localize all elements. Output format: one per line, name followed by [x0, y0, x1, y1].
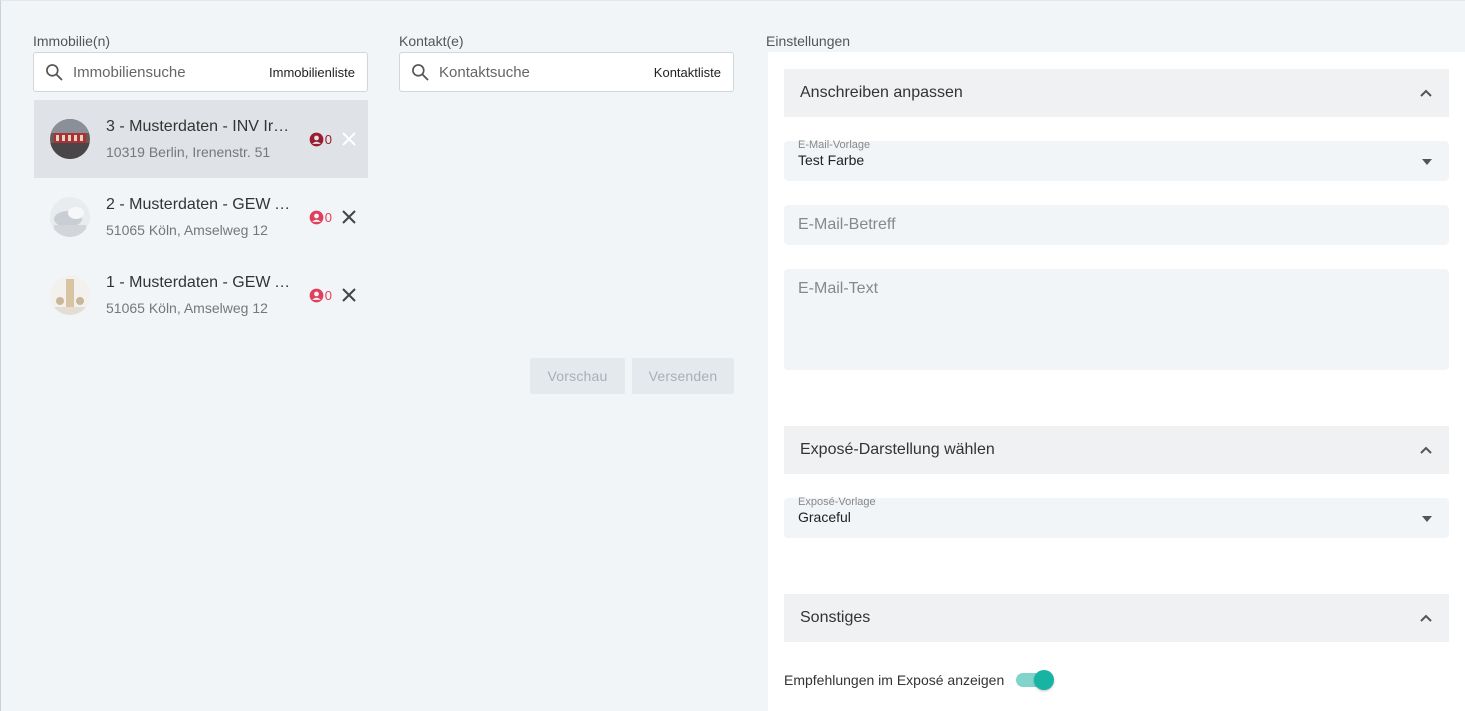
- property-address: 51065 Köln, Amselweg 12: [106, 222, 268, 238]
- property-title: 3 - Musterdaten - INV Irenenstr. 51: [106, 118, 296, 135]
- caret-down-icon: [1422, 516, 1432, 522]
- property-address: 51065 Köln, Amselweg 12: [106, 300, 268, 316]
- search-icon: [410, 62, 430, 82]
- property-list-item[interactable]: 1 - Musterdaten - GEW Amselweg 12 51065 …: [34, 256, 368, 334]
- property-thumbnail: [50, 119, 90, 159]
- email-body-field[interactable]: E-Mail-Text: [784, 269, 1449, 370]
- toggle-knob: [1034, 670, 1055, 690]
- contact-count: 0: [324, 131, 332, 147]
- contact-count: 0: [324, 209, 332, 225]
- caret-down-icon: [1422, 159, 1432, 165]
- contacts-label: Kontakt(e): [399, 33, 464, 49]
- account-circle-icon: [309, 288, 324, 302]
- contact-count-badge: 0: [309, 210, 332, 225]
- settings-panel: Anschreiben anpassen E-Mail-Vorlage Test…: [768, 52, 1465, 711]
- property-search-box: Immobilienliste: [33, 52, 368, 92]
- chevron-up-icon: [1420, 614, 1432, 622]
- search-icon: [44, 62, 64, 82]
- email-subject-field[interactable]: E-Mail-Betreff: [784, 205, 1449, 245]
- section-header-expose[interactable]: Exposé-Darstellung wählen: [784, 426, 1449, 474]
- contact-list-button[interactable]: Kontaktliste: [642, 65, 733, 80]
- property-title: 2 - Musterdaten - GEW Amselweg 12: [106, 196, 296, 213]
- contact-search-box: Kontaktliste: [399, 52, 734, 92]
- section-title: Sonstiges: [800, 609, 871, 626]
- property-thumbnail: [50, 275, 90, 315]
- settings-label: Einstellungen: [766, 33, 851, 49]
- property-list-item[interactable]: 2 - Musterdaten - GEW Amselweg 12 51065 …: [34, 178, 368, 256]
- property-title: 1 - Musterdaten - GEW Amselweg 12: [106, 274, 296, 291]
- remove-property-button[interactable]: [338, 206, 360, 228]
- remove-property-button[interactable]: [338, 284, 360, 306]
- property-address: 10319 Berlin, Irenenstr. 51: [106, 144, 271, 160]
- property-list-item[interactable]: 3 - Musterdaten - INV Irenenstr. 51 1031…: [34, 100, 368, 178]
- field-value: Test Farbe: [798, 152, 865, 168]
- section-header-misc[interactable]: Sonstiges: [784, 594, 1449, 642]
- field-placeholder: E-Mail-Text: [798, 280, 879, 297]
- close-icon: [342, 132, 356, 146]
- contact-search-input[interactable]: [439, 63, 642, 81]
- section-title: Anschreiben anpassen: [800, 84, 963, 101]
- account-circle-icon: [309, 132, 324, 146]
- recommendations-label: Empfehlungen im Exposé anzeigen: [784, 672, 1005, 688]
- property-list-button[interactable]: Immobilienliste: [257, 65, 367, 80]
- field-label: E-Mail-Vorlage: [798, 139, 871, 151]
- field-value: Graceful: [798, 509, 851, 525]
- properties-label: Immobilie(n): [33, 33, 111, 49]
- email-template-select[interactable]: E-Mail-Vorlage Test Farbe: [784, 139, 1449, 181]
- close-icon: [342, 288, 356, 302]
- recommendations-row: Empfehlungen im Exposé anzeigen: [784, 670, 1055, 690]
- field-placeholder: E-Mail-Betreff: [798, 216, 896, 233]
- account-circle-icon: [309, 210, 324, 224]
- section-title: Exposé-Darstellung wählen: [800, 441, 995, 458]
- expose-template-select[interactable]: Exposé-Vorlage Graceful: [784, 496, 1449, 538]
- contact-count: 0: [324, 287, 332, 303]
- section-header-letter[interactable]: Anschreiben anpassen: [784, 69, 1449, 117]
- property-search-input[interactable]: [73, 63, 258, 81]
- contact-count-badge: 0: [309, 132, 332, 147]
- property-thumbnail: [50, 197, 90, 237]
- chevron-up-icon: [1420, 89, 1432, 97]
- chevron-up-icon: [1420, 446, 1432, 454]
- send-button[interactable]: Versenden: [632, 358, 734, 394]
- preview-button[interactable]: Vorschau: [530, 358, 625, 394]
- remove-property-button[interactable]: [338, 128, 360, 150]
- contact-count-badge: 0: [309, 288, 332, 303]
- field-label: Exposé-Vorlage: [798, 496, 876, 508]
- recommendations-toggle[interactable]: [1016, 670, 1055, 690]
- close-icon: [342, 210, 356, 224]
